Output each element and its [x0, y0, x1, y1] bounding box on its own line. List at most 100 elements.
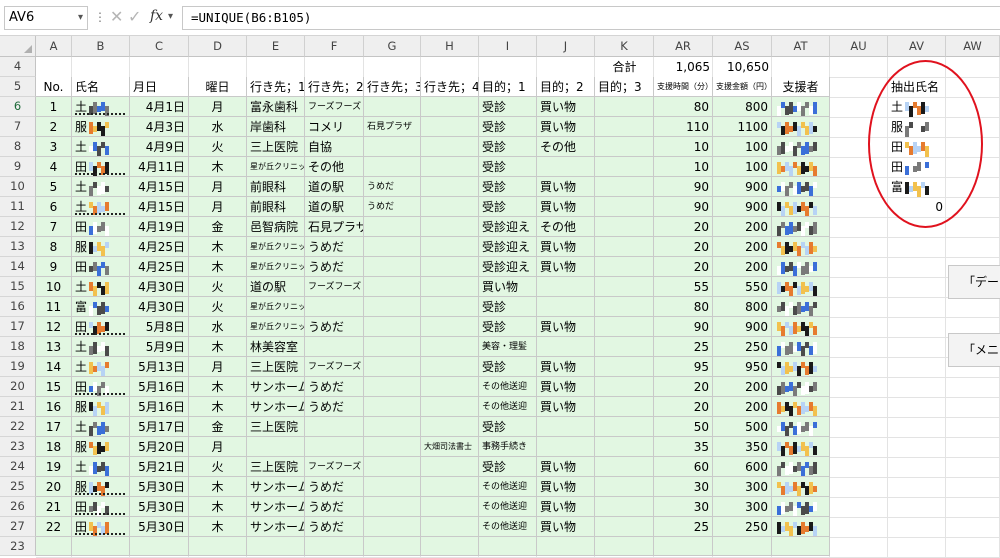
- cell-ar[interactable]: 30: [654, 477, 713, 497]
- cell-i[interactable]: 受診: [479, 137, 537, 157]
- cell-d[interactable]: 木: [189, 497, 247, 517]
- cell-as[interactable]: 950: [713, 357, 772, 377]
- cell-at[interactable]: [772, 497, 830, 517]
- column-header-as[interactable]: AS: [713, 36, 772, 57]
- cell-f[interactable]: 石見プラザ: [305, 217, 364, 237]
- cell-a[interactable]: 6: [36, 197, 72, 217]
- row-header[interactable]: 17: [0, 317, 36, 337]
- cell-ar[interactable]: 80: [654, 97, 713, 117]
- cell-g[interactable]: [364, 337, 421, 357]
- cell-at[interactable]: [772, 257, 830, 277]
- cell-empty[interactable]: [421, 537, 479, 556]
- cell-j[interactable]: 買い物: [537, 357, 595, 377]
- cell-e[interactable]: サンホーム: [247, 477, 305, 497]
- cell-d[interactable]: 金: [189, 217, 247, 237]
- cell-f[interactable]: うめだ: [305, 237, 364, 257]
- cell-at[interactable]: [772, 97, 830, 117]
- cell-ar[interactable]: 95: [654, 357, 713, 377]
- cell-b[interactable]: 土: [72, 357, 130, 377]
- cell-k[interactable]: [595, 257, 654, 277]
- cell-k[interactable]: [595, 137, 654, 157]
- cell-d[interactable]: 木: [189, 517, 247, 537]
- cell-c[interactable]: 5月17日: [130, 417, 189, 437]
- header-cell[interactable]: 目的；2: [537, 77, 595, 97]
- cell-b[interactable]: 田: [72, 517, 130, 537]
- cell-empty[interactable]: [595, 537, 654, 556]
- cell-f[interactable]: [305, 417, 364, 437]
- row-header[interactable]: 18: [0, 337, 36, 357]
- cell-g[interactable]: [364, 137, 421, 157]
- column-header-k[interactable]: K: [595, 36, 654, 57]
- cell-empty[interactable]: [36, 537, 72, 556]
- cell-d[interactable]: 月: [189, 197, 247, 217]
- cell-e[interactable]: 富永歯科: [247, 97, 305, 117]
- header-cell[interactable]: 行き先；4: [421, 77, 479, 97]
- cell-h[interactable]: [421, 97, 479, 117]
- cell-ar[interactable]: 30: [654, 497, 713, 517]
- cell-empty[interactable]: [364, 537, 421, 556]
- cell-e[interactable]: 三上医院: [247, 137, 305, 157]
- cell-e[interactable]: 星が丘クリニック: [247, 157, 305, 177]
- cell-empty[interactable]: [713, 537, 772, 556]
- cell-c[interactable]: 5月30日: [130, 517, 189, 537]
- cell-c[interactable]: 5月8日: [130, 317, 189, 337]
- cell-d[interactable]: 木: [189, 477, 247, 497]
- header-cell[interactable]: 曜日: [189, 77, 247, 97]
- cell-b[interactable]: 土: [72, 457, 130, 477]
- cell-j[interactable]: [537, 437, 595, 457]
- cell-e[interactable]: 星が丘クリニック: [247, 297, 305, 317]
- cell-a[interactable]: 11: [36, 297, 72, 317]
- row-header[interactable]: 7: [0, 117, 36, 137]
- cell-b[interactable]: 土: [72, 137, 130, 157]
- cell-at[interactable]: [772, 397, 830, 417]
- cell-at[interactable]: [772, 117, 830, 137]
- cell-f[interactable]: フーズフーズ: [305, 97, 364, 117]
- cell-as[interactable]: 250: [713, 337, 772, 357]
- cell-as[interactable]: 200: [713, 377, 772, 397]
- cell-d[interactable]: 火: [189, 137, 247, 157]
- cell-empty[interactable]: [189, 537, 247, 556]
- cell-h[interactable]: [421, 517, 479, 537]
- cell-j[interactable]: 買い物: [537, 177, 595, 197]
- cell-c[interactable]: 4月25日: [130, 237, 189, 257]
- column-header-ar[interactable]: AR: [654, 36, 713, 57]
- totals-label[interactable]: 合計: [595, 57, 654, 77]
- cell-empty[interactable]: [772, 537, 830, 556]
- cell-b[interactable]: 土: [72, 417, 130, 437]
- cell-k[interactable]: [595, 97, 654, 117]
- cell-e[interactable]: 岸歯科: [247, 117, 305, 137]
- cell-k[interactable]: [595, 417, 654, 437]
- cell-e[interactable]: 三上医院: [247, 417, 305, 437]
- row-header[interactable]: 12: [0, 217, 36, 237]
- cell-b[interactable]: 土: [72, 277, 130, 297]
- cell-e[interactable]: 三上医院: [247, 357, 305, 377]
- cell-c[interactable]: 4月9日: [130, 137, 189, 157]
- cell-j[interactable]: [537, 157, 595, 177]
- cell-f[interactable]: フーズフーズ: [305, 457, 364, 477]
- cell-k[interactable]: [595, 517, 654, 537]
- cell-as[interactable]: 250: [713, 517, 772, 537]
- cell-h[interactable]: [421, 157, 479, 177]
- cell-b[interactable]: 田: [72, 317, 130, 337]
- cell-at[interactable]: [772, 377, 830, 397]
- cell-g[interactable]: [364, 357, 421, 377]
- cell-a[interactable]: 18: [36, 437, 72, 457]
- cell-j[interactable]: 買い物: [537, 117, 595, 137]
- cell-g[interactable]: [364, 317, 421, 337]
- cell-as[interactable]: 500: [713, 417, 772, 437]
- cell-f[interactable]: [305, 337, 364, 357]
- column-header-h[interactable]: H: [421, 36, 479, 57]
- cell-j[interactable]: 買い物: [537, 397, 595, 417]
- cell-d[interactable]: 木: [189, 397, 247, 417]
- cell-as[interactable]: 200: [713, 397, 772, 417]
- cell-at[interactable]: [772, 317, 830, 337]
- cell-a[interactable]: 12: [36, 317, 72, 337]
- cell-ar[interactable]: 80: [654, 297, 713, 317]
- cell-as[interactable]: 800: [713, 297, 772, 317]
- cell-as[interactable]: 100: [713, 137, 772, 157]
- cell-e[interactable]: 林美容室: [247, 337, 305, 357]
- column-header-au[interactable]: AU: [830, 36, 888, 57]
- cell-c[interactable]: 4月30日: [130, 277, 189, 297]
- cell-a[interactable]: 13: [36, 337, 72, 357]
- cell-k[interactable]: [595, 377, 654, 397]
